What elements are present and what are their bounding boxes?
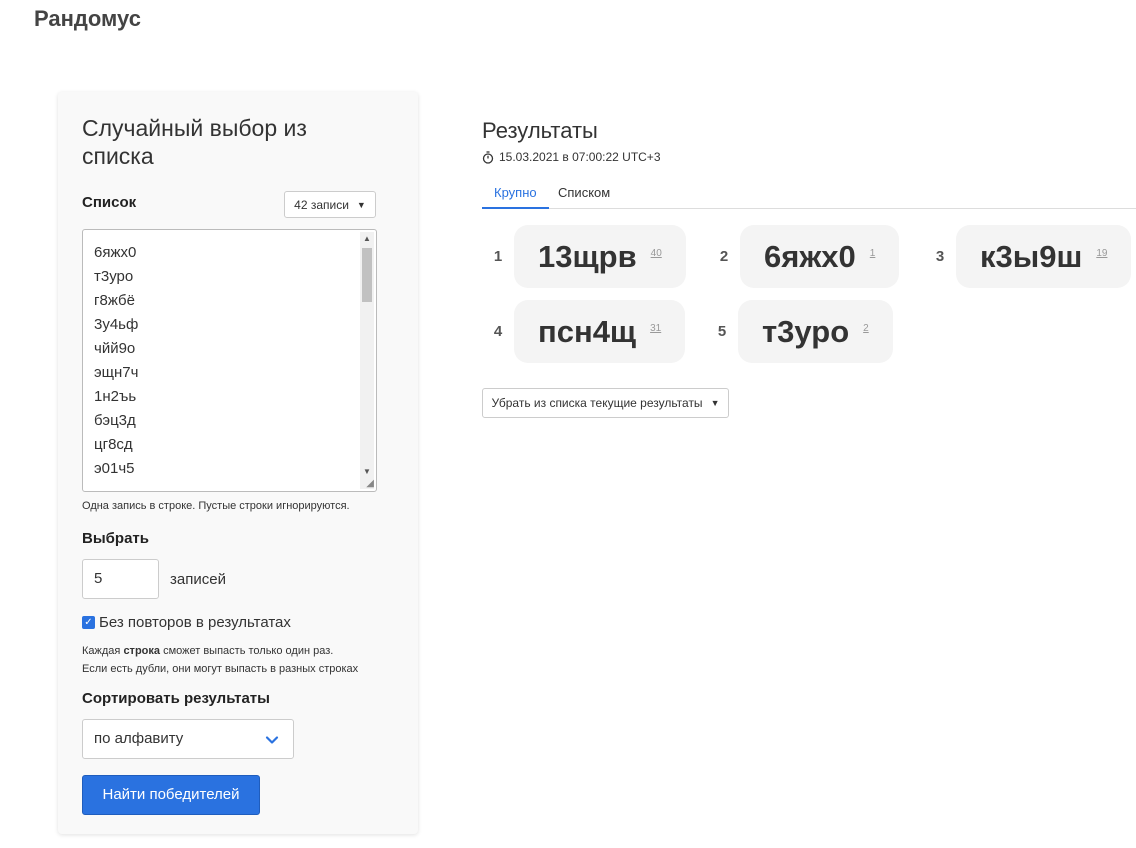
note-line-2: Если есть дубли, они могут выпасть в раз… — [82, 663, 359, 675]
remove-results-button[interactable]: Убрать из списка текущие результаты ▼ — [482, 388, 729, 418]
list-lines: 6яжх0 т3уро г8жбё 3у4ьф чйй9о эщн7ч 1н2ъ… — [94, 241, 138, 481]
result-item: 5 т3уро 2 — [706, 300, 893, 363]
result-card: 13щрв 40 — [514, 225, 686, 288]
list-line: т3уро — [94, 268, 134, 285]
note-bold: строка — [123, 645, 161, 657]
tab-large[interactable]: Крупно — [482, 180, 549, 209]
chevron-down-icon: ▼ — [356, 199, 366, 210]
pick-count-input[interactable]: 5 — [82, 559, 159, 599]
result-index: 5 — [717, 323, 727, 340]
results-tabs: Крупно Списком — [482, 180, 1136, 209]
result-line-number: 40 — [650, 248, 662, 259]
list-line: эщн7ч — [94, 364, 139, 381]
result-item: 1 13щрв 40 — [482, 225, 686, 288]
result-line-number: 31 — [650, 323, 662, 334]
list-count-label: 42 записи — [294, 197, 349, 212]
sort-select-value: по алфавиту — [94, 730, 184, 747]
list-line: чйй9о — [94, 340, 136, 357]
result-index: 4 — [493, 323, 503, 340]
list-line: г8жбё — [94, 292, 135, 309]
result-item: 3 к3ы9ш 19 — [924, 225, 1136, 288]
random-picker-form: Случайный выбор из списка Список 42 запи… — [58, 92, 418, 834]
results-title: Результаты — [482, 118, 598, 143]
list-scrollbar[interactable]: ▲ ▼ — [360, 232, 374, 489]
note-suffix: сможет выпасть только один раз. — [160, 645, 334, 657]
list-line: бэц3д — [94, 412, 136, 429]
chevron-down-icon: ▼ — [710, 398, 720, 408]
result-card: т3уро 2 — [738, 300, 893, 363]
chevron-down-icon — [265, 736, 279, 744]
pick-label: Выбрать — [82, 530, 149, 547]
sort-label: Сортировать результаты — [82, 690, 270, 707]
pick-count-suffix: записей — [170, 571, 226, 588]
result-word: к3ы9ш — [980, 238, 1083, 274]
sort-select[interactable]: по алфавиту — [82, 719, 294, 759]
result-word: т3уро — [762, 313, 850, 349]
result-line-number: 19 — [1096, 248, 1108, 259]
result-word: 13щрв — [538, 238, 637, 274]
result-item: 2 6яжх0 1 — [708, 225, 900, 288]
result-card: 6яжх0 1 — [740, 225, 900, 288]
scroll-thumb[interactable] — [362, 248, 372, 302]
result-index: 1 — [493, 248, 503, 265]
result-item: 4 псн4щ 31 — [482, 300, 686, 363]
app-brand[interactable]: Рандомус — [34, 6, 141, 32]
list-textarea[interactable]: 6яжх0 т3уро г8жбё 3у4ьф чйй9о эщн7ч 1н2ъ… — [82, 229, 377, 492]
tab-list[interactable]: Списком — [546, 180, 622, 207]
scroll-down-arrow-icon[interactable]: ▼ — [360, 465, 374, 479]
result-card: псн4щ 31 — [514, 300, 686, 363]
find-winners-button[interactable]: Найти победителей — [82, 775, 260, 815]
resize-handle-icon[interactable]: ◢ — [366, 478, 374, 489]
note-prefix: Каждая — [82, 645, 124, 657]
stopwatch-icon — [482, 150, 494, 164]
no-repeat-note: Каждая строка сможет выпасть только один… — [82, 642, 358, 678]
no-repeat-checkbox[interactable]: ✓ — [82, 616, 95, 629]
result-word: 6яжх0 — [764, 238, 856, 274]
list-label: Список — [82, 194, 137, 211]
list-count-button[interactable]: 42 записи ▼ — [284, 191, 376, 218]
list-hint: Одна запись в строке. Пустые строки игно… — [82, 500, 350, 512]
list-line: 1н2ъь — [94, 388, 137, 405]
list-line: 3у4ьф — [94, 316, 139, 333]
list-line: э01ч5 — [94, 460, 135, 477]
result-word: псн4щ — [538, 313, 637, 349]
result-index: 3 — [935, 248, 945, 265]
remove-results-label: Убрать из списка текущие результаты — [491, 396, 703, 410]
results-timestamp: 15.03.2021 в 07:00:22 UTC+3 — [482, 150, 661, 164]
scroll-up-arrow-icon[interactable]: ▲ — [360, 232, 374, 246]
result-line-number: 1 — [869, 248, 876, 259]
list-line: цг8сд — [94, 436, 133, 453]
result-card: к3ы9ш 19 — [956, 225, 1132, 288]
list-line: 6яжх0 — [94, 244, 137, 261]
result-index: 2 — [719, 248, 729, 265]
form-title: Случайный выбор из списка — [82, 115, 307, 169]
timestamp-text: 15.03.2021 в 07:00:22 UTC+3 — [499, 150, 661, 164]
result-line-number: 2 — [863, 323, 869, 334]
no-repeat-label[interactable]: Без повторов в результатах — [99, 614, 291, 631]
